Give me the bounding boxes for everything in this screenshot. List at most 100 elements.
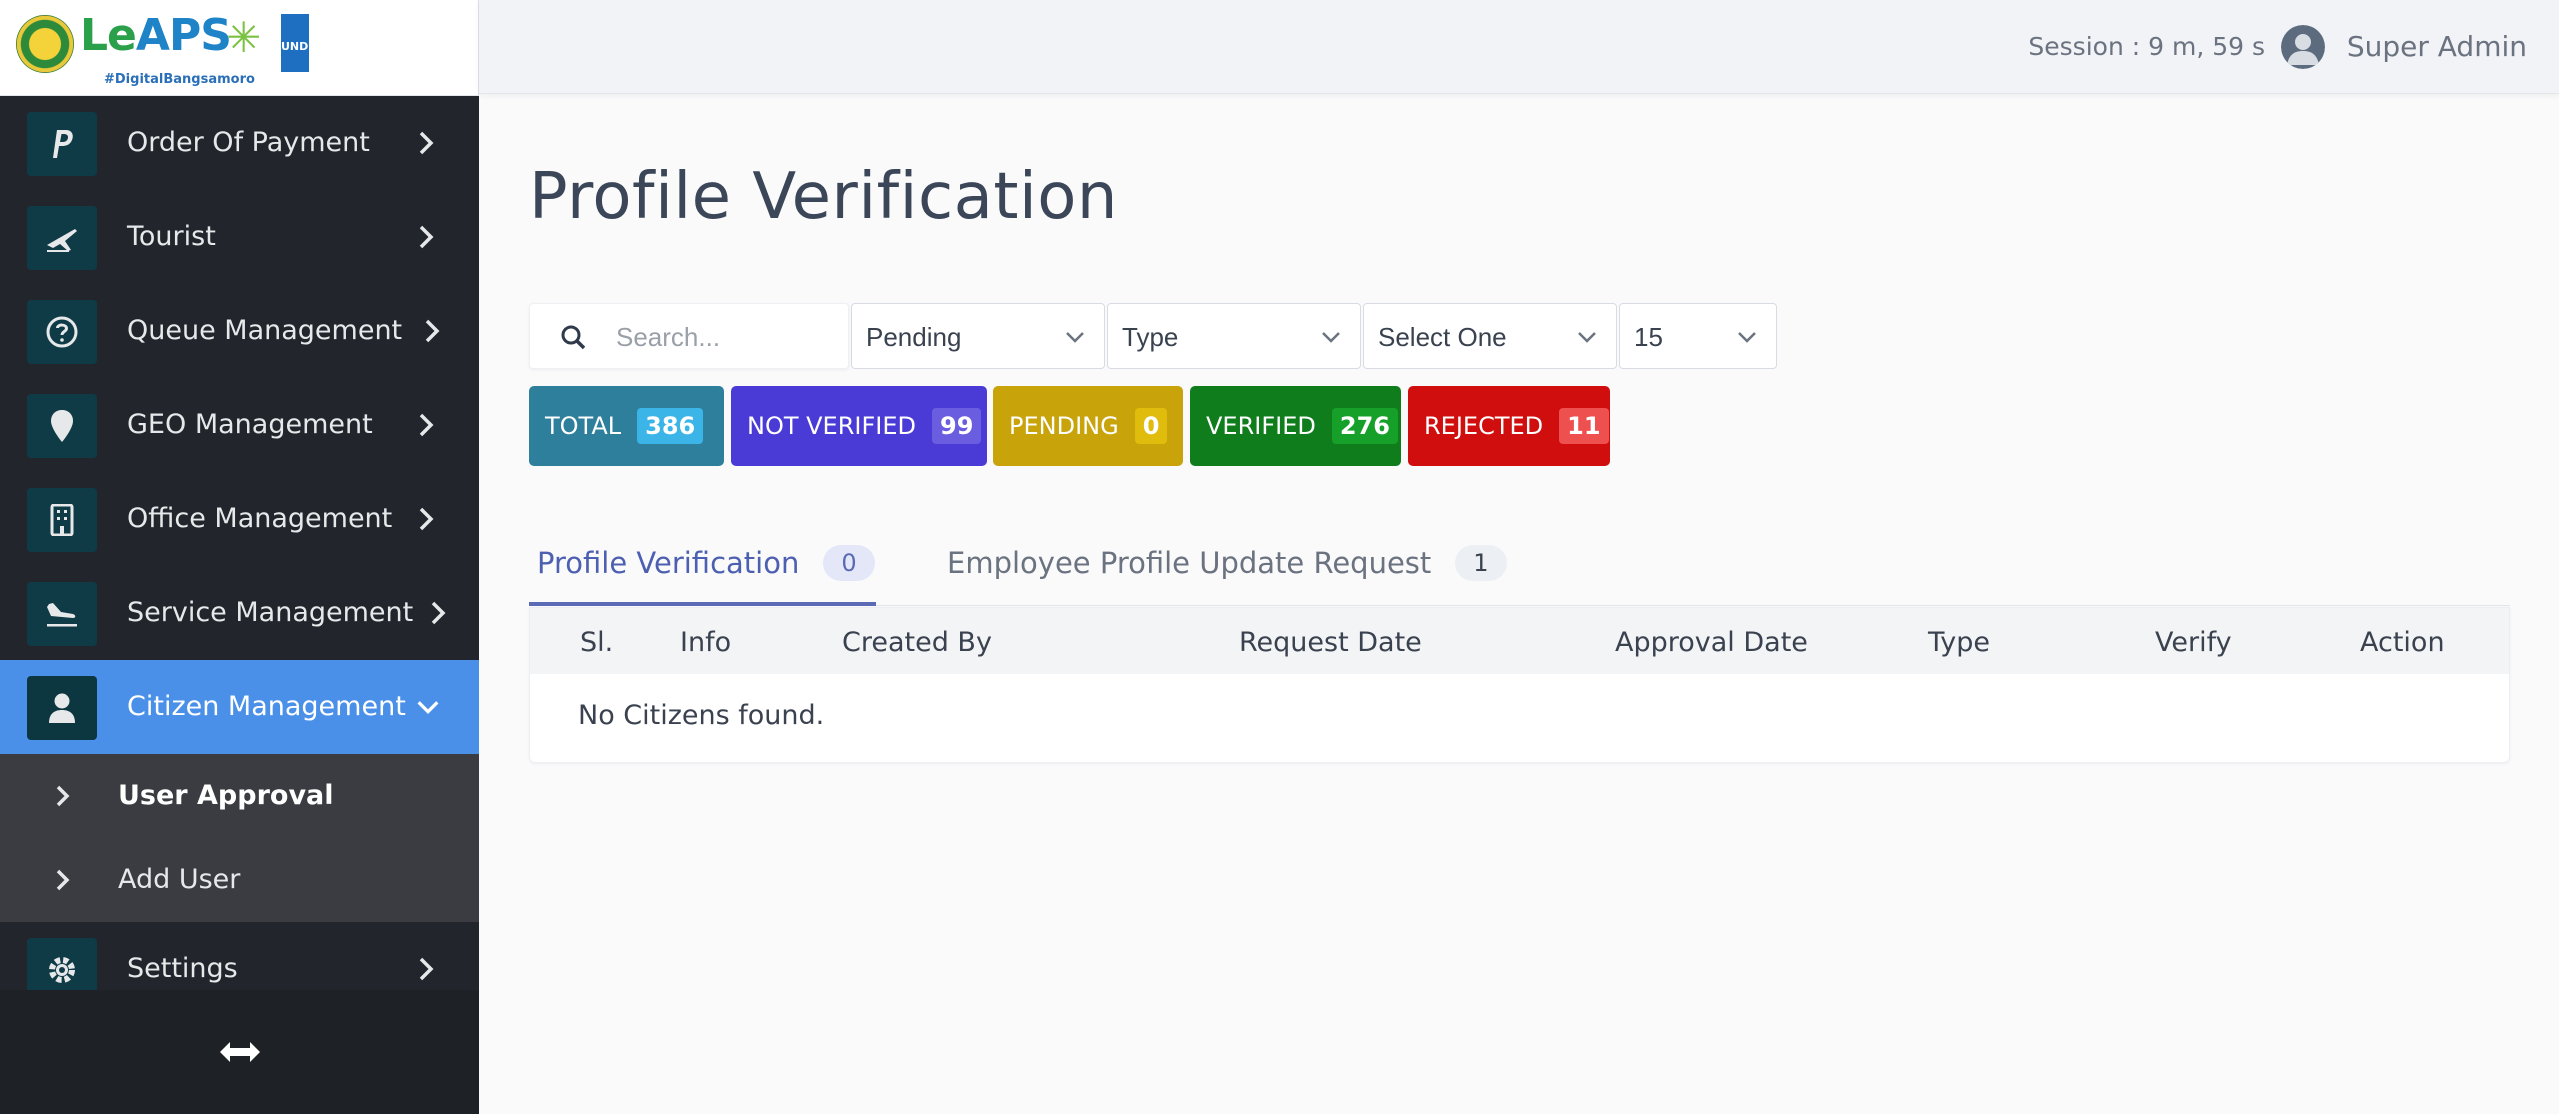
badge-label: REJECTED [1424, 412, 1544, 440]
type-select-value: Type [1122, 322, 1179, 352]
total-badge[interactable]: TOTAL 386 [529, 386, 724, 466]
empty-state-message: No Citizens found. [578, 700, 825, 731]
select-one-select[interactable]: Select One [1363, 303, 1617, 369]
session-timer: Session : 9 m, 59 s [2028, 32, 2265, 61]
chevron-right-icon [431, 601, 446, 625]
badge-label: TOTAL [545, 412, 622, 440]
column-header-request-date[interactable]: Request Date [1239, 608, 1422, 678]
rejected-badge[interactable]: REJECTED 11 [1408, 386, 1610, 466]
select-one-value: Select One [1378, 322, 1507, 352]
sidebar-subitem-label: Add User [118, 864, 241, 895]
active-tab-indicator [529, 602, 876, 606]
collapse-sidebar-icon[interactable] [218, 1039, 262, 1065]
sidebar-item-label: Order Of Payment [127, 127, 370, 158]
sidebar: LeAPS ✳ UNDP #DigitalBangsamoro Order Of… [0, 0, 479, 1114]
tab-count: 1 [1455, 545, 1507, 581]
status-select-value: Pending [866, 322, 962, 352]
chevron-down-icon [417, 701, 439, 714]
citizen-management-submenu: User Approval Add User [0, 754, 479, 922]
chevron-right-icon [425, 319, 440, 343]
building-icon [27, 488, 97, 552]
chevron-right-icon [419, 957, 434, 981]
citizens-table: Sl. Info Created By Request Date Approva… [529, 607, 2510, 763]
chevron-down-icon [1738, 332, 1756, 343]
airplane-icon [27, 206, 97, 270]
search-icon [561, 325, 586, 350]
chevron-right-icon [419, 507, 434, 531]
page-size-value: 15 [1634, 322, 1663, 352]
sidebar-item-label: Settings [127, 953, 238, 984]
tab-employee-profile-update-request[interactable]: Employee Profile Update Request 1 [947, 520, 1507, 606]
logo-star-icon: ✳ [226, 13, 262, 62]
column-header-action[interactable]: Action [2360, 608, 2445, 678]
column-header-created-by[interactable]: Created By [842, 608, 992, 678]
sidebar-subitem-label: User Approval [118, 780, 334, 811]
badge-count: 386 [637, 408, 704, 444]
user-icon [27, 676, 97, 740]
badge-count: 11 [1559, 408, 1609, 444]
sidebar-item-label: Service Management [127, 597, 414, 628]
logo-bar: LeAPS ✳ UNDP #DigitalBangsamoro [0, 0, 479, 96]
top-bar: Session : 9 m, 59 s Super Admin [479, 0, 2559, 94]
tab-count: 0 [823, 545, 875, 581]
sidebar-item-settings[interactable]: Settings [0, 922, 479, 990]
column-header-info[interactable]: Info [680, 608, 731, 678]
question-circle-icon [27, 300, 97, 364]
paypal-icon [27, 112, 97, 176]
chevron-right-icon [419, 131, 434, 155]
chevron-down-icon [1322, 332, 1340, 343]
chevron-right-icon [419, 413, 434, 437]
chevron-right-icon [56, 869, 70, 891]
badge-label: PENDING [1009, 412, 1119, 440]
undp-logo: UNDP [281, 14, 316, 72]
badge-count: 99 [932, 408, 982, 444]
logo-hashtag: #DigitalBangsamoro [104, 72, 255, 87]
column-header-type[interactable]: Type [1928, 608, 1990, 678]
plane-landing-icon [27, 582, 97, 646]
gear-icon [27, 938, 97, 990]
sidebar-item-tourist[interactable]: Tourist [0, 190, 479, 284]
verified-badge[interactable]: VERIFIED 276 [1190, 386, 1401, 466]
page-size-select[interactable]: 15 [1619, 303, 1777, 369]
tab-label: Profile Verification [537, 546, 800, 580]
sidebar-item-label: Office Management [127, 503, 393, 534]
sidebar-item-order-of-payment[interactable]: Order Of Payment [0, 96, 479, 190]
bangsamoro-seal-logo [16, 15, 74, 73]
sidebar-item-label: Citizen Management [127, 691, 406, 722]
sidebar-nav: Order Of Payment Tourist Queue Managemen… [0, 96, 479, 990]
badge-label: NOT VERIFIED [747, 412, 916, 440]
status-select[interactable]: Pending [851, 303, 1105, 369]
search-box[interactable] [529, 303, 849, 369]
sidebar-footer [0, 990, 479, 1114]
tab-profile-verification[interactable]: Profile Verification 0 [537, 520, 875, 606]
chevron-down-icon [1066, 332, 1084, 343]
sidebar-item-office-management[interactable]: Office Management [0, 472, 479, 566]
app-logo[interactable]: LeAPS [80, 10, 232, 61]
not-verified-badge[interactable]: NOT VERIFIED 99 [731, 386, 987, 466]
column-header-verify[interactable]: Verify [2155, 608, 2232, 678]
sidebar-item-geo-management[interactable]: GEO Management [0, 378, 479, 472]
chevron-down-icon [1578, 332, 1596, 343]
chevron-right-icon [56, 785, 70, 807]
badge-count: 276 [1331, 408, 1398, 444]
sidebar-item-label: GEO Management [127, 409, 373, 440]
sidebar-item-queue-management[interactable]: Queue Management [0, 284, 479, 378]
avatar[interactable] [2281, 25, 2325, 69]
pending-badge[interactable]: PENDING 0 [993, 386, 1183, 466]
type-select[interactable]: Type [1107, 303, 1361, 369]
search-input[interactable] [616, 320, 836, 354]
sidebar-item-label: Queue Management [127, 315, 403, 346]
user-name[interactable]: Super Admin [2347, 0, 2527, 94]
tab-label: Employee Profile Update Request [947, 546, 1432, 580]
column-header-sl[interactable]: Sl. [580, 608, 613, 678]
sidebar-item-citizen-management[interactable]: Citizen Management [0, 660, 479, 754]
table-header: Sl. Info Created By Request Date Approva… [530, 608, 2509, 674]
sidebar-item-service-management[interactable]: Service Management [0, 566, 479, 660]
badge-label: VERIFIED [1206, 412, 1316, 440]
sidebar-item-label: Tourist [127, 221, 216, 252]
map-pin-icon [27, 394, 97, 458]
sidebar-subitem-user-approval[interactable]: User Approval [0, 754, 479, 838]
sidebar-subitem-add-user[interactable]: Add User [0, 838, 479, 922]
column-header-approval-date[interactable]: Approval Date [1615, 608, 1808, 678]
badge-count: 0 [1134, 408, 1168, 444]
